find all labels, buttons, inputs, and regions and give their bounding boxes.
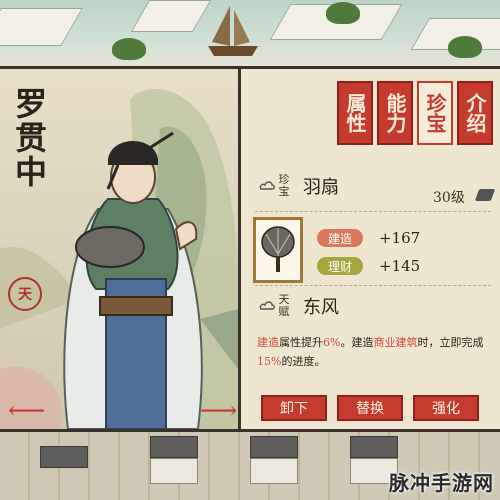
boat-icon [208,6,258,56]
map-roof [350,436,398,458]
talent-desc-highlight: 6% [323,336,341,349]
info-side: 属性 能力 珍宝 介绍 珍宝 羽扇 30级 建造 +167 理财 +145 天赋… [241,69,500,429]
tab-label: 能力 [383,93,407,133]
cloud-icon [259,301,275,310]
cloud-icon [259,181,275,190]
talent-header: 天赋 东风 [259,293,339,319]
enhance-button[interactable]: 强化 [413,395,479,421]
character-panel: 罗贯中 天 ⟵ ⟶ 属性 能力 珍宝 介绍 珍宝 羽扇 30级 建造 +167 … [0,66,500,432]
talent-desc-text: 的进度。 [281,355,326,368]
divider [255,211,491,212]
map-wall [250,458,298,484]
talent-desc-highlight: 建造 [257,336,279,349]
talent-name: 东风 [303,297,339,318]
treasure-item-slot[interactable] [253,217,303,283]
talent-section-label: 天赋 [278,293,290,318]
tree-icon [448,36,482,58]
character-portrait: 罗贯中 天 ⟵ ⟶ [0,69,241,429]
treasure-header: 珍宝 羽扇 [259,173,339,199]
talent-description: 建造属性提升6%。建造商业建筑时，立即完成 15%的进度。 [257,333,489,371]
stat-row-finance: 理财 +145 [317,257,420,275]
map-background-top [0,0,500,68]
divider [255,285,491,286]
stat-label-finance: 理财 [317,257,363,275]
treasure-section-label: 珍宝 [278,173,290,198]
tab-label: 珍宝 [423,93,447,133]
treasure-name: 羽扇 [303,177,339,198]
map-roof [250,436,298,458]
feather-fan-icon [261,226,295,272]
tab-label: 属性 [343,93,367,133]
tab-treasure[interactable]: 珍宝 [417,81,453,145]
next-character-arrow-icon[interactable]: ⟶ [200,398,237,424]
stat-value-build: +167 [379,229,421,247]
tab-label: 介绍 [463,93,487,133]
tab-bar: 属性 能力 珍宝 介绍 [337,81,493,145]
map-roof [40,446,88,468]
treasure-level: 30级 [433,190,465,206]
map-wall [150,458,198,484]
stat-label-build: 建造 [317,229,363,247]
tab-attributes[interactable]: 属性 [337,81,373,145]
character-seal: 天 [8,277,42,311]
replace-button[interactable]: 替换 [337,395,403,421]
stat-value-finance: +145 [379,257,421,275]
tree-icon [112,38,146,60]
tab-introduction[interactable]: 介绍 [457,81,493,145]
tab-abilities[interactable]: 能力 [377,81,413,145]
map-building [0,8,83,46]
stat-row-build: 建造 +167 [317,229,420,247]
talent-desc-text: 属性提升 [279,336,323,349]
upgrade-icon[interactable] [474,189,496,201]
previous-character-arrow-icon[interactable]: ⟵ [8,398,45,424]
tree-icon [326,2,360,24]
unequip-button[interactable]: 卸下 [261,395,327,421]
watermark-text: 脉冲手游网 [389,471,494,495]
map-roof [150,436,198,458]
talent-desc-highlight: 商业建筑 [373,336,418,349]
character-figure [63,131,203,429]
talent-desc-highlight: 15% [257,355,282,368]
talent-desc-text: 时，立即完成 [417,336,484,349]
talent-desc-text: 。建造 [340,336,374,349]
character-name: 罗贯中 [10,87,48,189]
